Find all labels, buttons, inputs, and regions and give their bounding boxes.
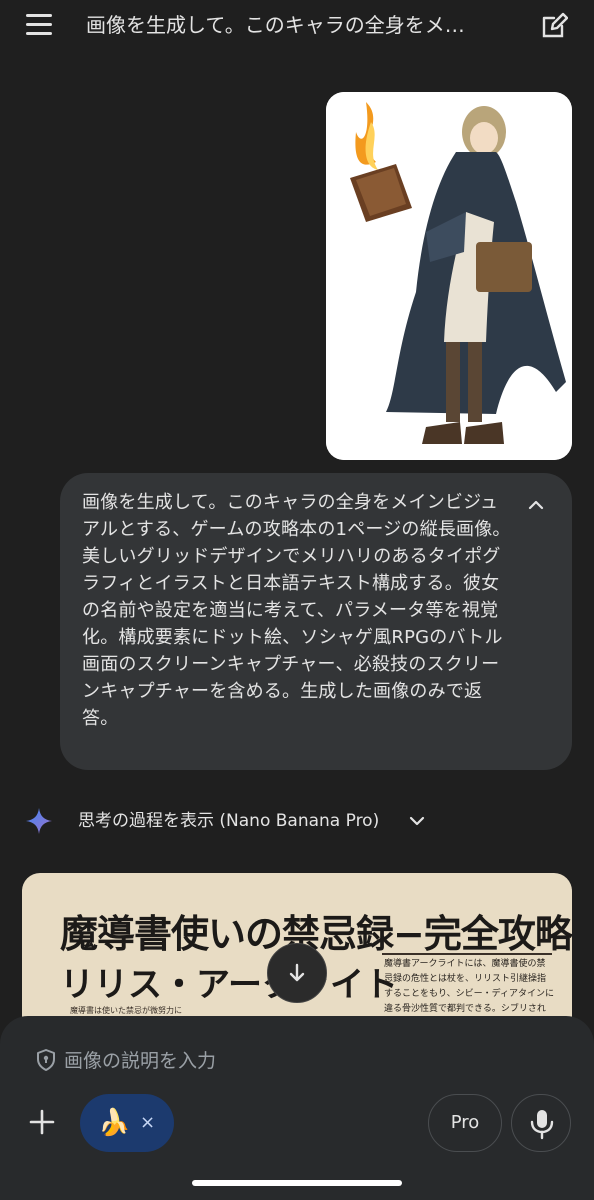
generated-image-caption: 魔導書は使いた禁忌が微努力に: [70, 1006, 182, 1015]
user-prompt-bubble: 画像を生成して。このキャラの全身をメインビジュアルとする、ゲームの攻略本の1ペー…: [60, 473, 572, 770]
user-prompt-text: 画像を生成して。このキャラの全身をメインビジュアルとする、ゲームの攻略本の1ペー…: [82, 492, 511, 729]
new-chat-edit-icon[interactable]: [540, 12, 569, 40]
chevron-down-icon[interactable]: [406, 812, 428, 830]
banana-icon: 🍌: [98, 1108, 131, 1138]
prompt-input[interactable]: 画像の説明を入力: [64, 1046, 216, 1076]
arrow-down-icon: [289, 963, 305, 982]
divider: [382, 953, 552, 955]
chat-title[interactable]: 画像を生成して。このキャラの全身をメ…: [86, 10, 506, 40]
nano-banana-tool-chip[interactable]: 🍌 ×: [80, 1094, 174, 1152]
uploaded-character-image[interactable]: [326, 92, 572, 460]
scroll-to-bottom-button[interactable]: [267, 943, 327, 1003]
home-indicator: [192, 1180, 402, 1186]
chevron-up-icon[interactable]: [526, 495, 546, 515]
hamburger-menu-icon[interactable]: [26, 14, 52, 36]
gemini-spark-icon: [24, 806, 54, 836]
chip-close-icon[interactable]: ×: [140, 1108, 155, 1138]
model-pro-button[interactable]: Pro: [428, 1094, 502, 1152]
generated-image-character-name: リリス・アークライト: [60, 965, 398, 1005]
add-attachment-icon[interactable]: [26, 1106, 58, 1138]
shield-icon: [36, 1048, 56, 1072]
show-thinking-toggle[interactable]: 思考の過程を表示 (Nano Banana Pro): [78, 806, 379, 836]
microphone-icon: [530, 1110, 554, 1140]
top-bar: 画像を生成して。このキャラの全身をメ…: [0, 0, 594, 52]
microphone-button[interactable]: [511, 1094, 571, 1152]
